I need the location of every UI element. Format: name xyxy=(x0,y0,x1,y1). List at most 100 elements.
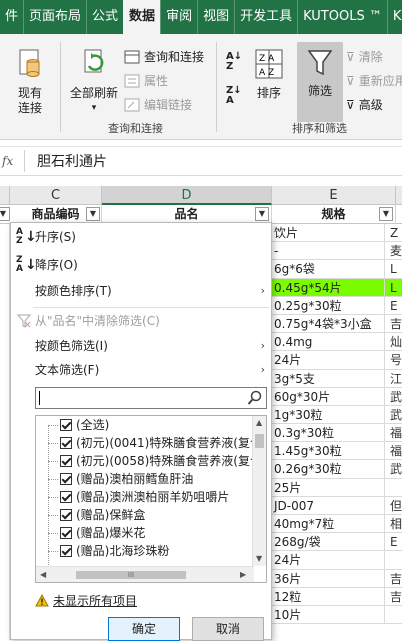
cell-next: 麦 xyxy=(390,244,402,259)
table-row[interactable]: 36片 吉 xyxy=(270,569,402,588)
table-row[interactable]: 60g*30片 武 xyxy=(270,387,402,406)
filter-dropdown-b[interactable]: ▼ xyxy=(0,207,10,221)
checkbox-checked[interactable] xyxy=(60,527,72,539)
table-row[interactable]: 10片 xyxy=(270,605,402,625)
column-header-b[interactable] xyxy=(0,186,10,205)
queries-icon xyxy=(124,50,140,63)
tab-formulas[interactable]: 公式 xyxy=(86,0,123,34)
formula-input[interactable]: 胆石利通片 xyxy=(25,151,107,171)
cell-spec: 0.4mg xyxy=(274,335,313,350)
tab-view[interactable]: 视图 xyxy=(197,0,234,34)
checkbox-checked[interactable] xyxy=(60,437,72,449)
table-row[interactable]: 24片 号 xyxy=(270,351,402,370)
cell-spec: 36片 xyxy=(274,571,302,586)
tree-branch xyxy=(48,497,58,498)
chevron-right-icon: › xyxy=(260,363,265,376)
scroll-down-icon[interactable]: ▼ xyxy=(256,554,262,563)
edit-links-button[interactable]: 编辑链接 xyxy=(124,96,192,113)
table-row[interactable]: 饮片 Z xyxy=(270,224,402,243)
table-row[interactable]: 25片 xyxy=(270,478,402,497)
list-vertical-scrollbar[interactable]: ▲ ▼ xyxy=(252,416,266,566)
cell-next: 吉 xyxy=(390,589,402,604)
table-row[interactable]: 12粒 吉 xyxy=(270,587,402,606)
cell-next: 武 xyxy=(390,407,402,422)
table-row[interactable]: 0.4mg 灿 xyxy=(270,333,402,352)
column-header-c[interactable]: C xyxy=(10,186,102,205)
table-row[interactable]: 6g*6袋 L xyxy=(270,260,402,279)
column-header-e[interactable]: E xyxy=(272,186,396,205)
tab-kutools[interactable]: KUTOOLS ™ xyxy=(297,0,387,34)
table-row-highlighted[interactable]: 0.45g*54片 L xyxy=(270,278,402,297)
scroll-thumb[interactable]: III xyxy=(76,571,186,579)
filter-dropdown-d[interactable]: ▼ xyxy=(255,207,269,221)
queries-connections-button[interactable]: 查询和连接 xyxy=(124,48,204,65)
table-row[interactable]: 268g/袋 E xyxy=(270,533,402,552)
warning-icon xyxy=(35,593,49,606)
sort-za-icon: Z↓ A xyxy=(226,85,242,106)
existing-connections-label: 现有 连接 xyxy=(17,86,42,115)
header-product-code-label: 商品编码 xyxy=(31,207,80,221)
sort-za-button[interactable]: Z↓ A xyxy=(226,86,242,106)
checkbox-checked[interactable] xyxy=(60,473,72,485)
tab-file[interactable]: 件 xyxy=(0,0,23,34)
sort-az-button[interactable]: A↓ Z xyxy=(226,52,242,72)
fx-icon[interactable]: fx xyxy=(0,154,24,168)
menu-sort-descending[interactable]: Z A ↓ 降序(O) xyxy=(11,253,271,277)
table-row[interactable]: 1.45g*30粒 福 xyxy=(270,442,402,461)
filter-dropdown-e[interactable]: ▼ xyxy=(379,207,393,221)
checkbox-checked[interactable] xyxy=(60,509,72,521)
grid-line xyxy=(384,260,385,279)
tab-data[interactable]: 数据 xyxy=(123,0,161,34)
menu-clear-filter[interactable]: 从"品名"中清除筛选(C) xyxy=(11,309,271,333)
tab-page-layout[interactable]: 页面布局 xyxy=(23,0,86,34)
filter-search-input[interactable] xyxy=(35,387,267,409)
cell-spec: 0.45g*54片 xyxy=(274,280,342,295)
table-row[interactable]: 0.75g*4袋*3小盒 吉 xyxy=(270,314,402,334)
tree-branch xyxy=(48,479,58,480)
tab-kutools-plus[interactable]: KUTOOLS xyxy=(386,0,402,34)
table-row[interactable]: 0.25g*30粒 E xyxy=(270,296,402,315)
reapply-button[interactable]: ⊽ 重新应用 xyxy=(346,72,402,89)
ok-button[interactable]: 确定 xyxy=(108,617,180,641)
checkbox-checked[interactable] xyxy=(60,419,72,431)
table-row[interactable]: JD-007 但 xyxy=(270,496,402,515)
table-row[interactable]: 40mg*7粒 相 xyxy=(270,515,402,534)
checkbox-checked[interactable] xyxy=(60,491,72,503)
refresh-all-button[interactable]: 全部刷新 ▾ xyxy=(66,48,122,116)
filter-dropdown-c[interactable]: ▼ xyxy=(86,207,100,221)
filter-value-list[interactable]: (全选) (初元)(0041)特殊膳食营养液(复合 (初元)(0058)特殊膳食… xyxy=(35,415,267,583)
column-header-d[interactable]: D xyxy=(102,186,272,205)
scroll-up-icon[interactable]: ▲ xyxy=(256,418,262,427)
scroll-right-icon[interactable]: ▶ xyxy=(240,570,246,579)
list-item-label: (赠品)保鲜盒 xyxy=(76,508,146,522)
menu-filter-by-color[interactable]: 按颜色筛选(I) › xyxy=(11,334,271,358)
sort-button[interactable]: Z A A Z 排序 xyxy=(252,48,286,101)
sort-label: 排序 xyxy=(256,86,281,100)
table-row[interactable]: 0.3g*30粒 福 xyxy=(270,424,402,443)
table-row[interactable]: 1g*30粒 武 xyxy=(270,405,402,425)
properties-label: 属性 xyxy=(144,74,169,88)
tab-developer[interactable]: 开发工具 xyxy=(234,0,297,34)
clear-filter-button[interactable]: ⊽ 清除 xyxy=(346,48,383,65)
table-row[interactable]: 3g*5支 江 xyxy=(270,369,402,388)
cell-spec: 24片 xyxy=(274,553,302,568)
advanced-filter-button[interactable]: ⊽ 高级 xyxy=(346,96,383,113)
table-row[interactable]: -麦 xyxy=(270,242,402,261)
menu-text-filter[interactable]: 文本筛选(F) › xyxy=(11,358,271,382)
checkbox-checked[interactable] xyxy=(60,455,72,467)
list-horizontal-scrollbar[interactable]: ◀ III ▶ xyxy=(36,566,254,582)
not-all-items-warning[interactable]: 未显示所有项目 xyxy=(35,591,137,609)
scroll-left-icon[interactable]: ◀ xyxy=(40,570,46,579)
checkbox-checked[interactable] xyxy=(60,545,72,557)
scroll-thumb[interactable] xyxy=(255,434,264,448)
tab-review[interactable]: 审阅 xyxy=(160,0,197,34)
cancel-button[interactable]: 取消 xyxy=(192,617,264,641)
table-row[interactable]: 24片 xyxy=(270,551,402,570)
reapply-label: 重新应用 xyxy=(358,74,402,88)
properties-button[interactable]: 属性 xyxy=(124,72,168,89)
menu-sort-by-color[interactable]: 按颜色排序(T) › xyxy=(11,279,271,303)
existing-connections-button[interactable]: 现有 连接 xyxy=(12,48,48,116)
table-row[interactable]: 0.26g*30粒 武 xyxy=(270,460,402,479)
menu-sort-ascending[interactable]: A Z ↓ 升序(S) xyxy=(11,225,271,249)
not-all-items-link[interactable]: 未显示所有项目 xyxy=(53,592,137,609)
